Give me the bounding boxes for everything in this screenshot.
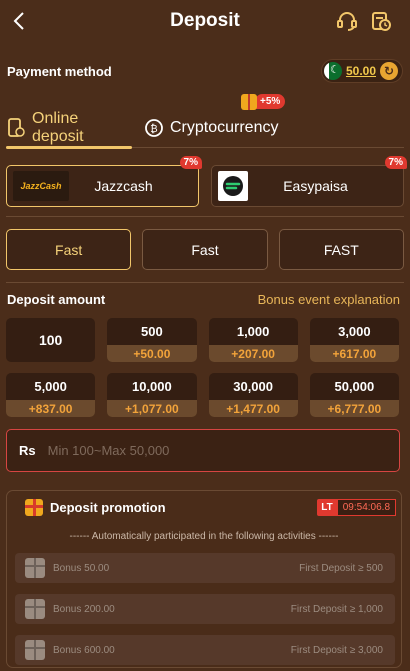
- countdown-value: 09:54:06.8: [336, 499, 396, 516]
- speed-option-fast-3[interactable]: FAST: [278, 229, 404, 270]
- promotion-timer: LT 09:54:06.8: [317, 499, 396, 516]
- pakistan-flag-icon: [323, 62, 342, 80]
- payment-method-row: Payment method 50.00 ↻: [7, 58, 403, 84]
- currency-label: Rs: [19, 443, 36, 458]
- page-title: Deposit: [170, 10, 240, 31]
- amount-option[interactable]: 50,000 +6,777.00: [309, 373, 399, 417]
- amount-bonus: +50.00: [107, 345, 197, 362]
- amount-value: 30,000: [233, 379, 273, 394]
- amount-value: 10,000: [131, 379, 172, 394]
- bonus-event-explanation-link[interactable]: Bonus event explanation: [258, 292, 400, 307]
- amount-option[interactable]: 500 +50.00: [107, 318, 197, 362]
- deposit-promotion-panel: Deposit promotion LT 09:54:06.8 ------ A…: [6, 490, 402, 668]
- amount-bonus: +837.00: [6, 400, 96, 417]
- gift-icon: [25, 498, 43, 516]
- easypaisa-logo: [218, 171, 248, 201]
- amount-value: 50,000: [334, 379, 375, 394]
- amount-value: 5,000: [34, 379, 67, 394]
- gift-box-icon: [25, 640, 45, 660]
- promotion-condition: First Deposit ≥ 500: [299, 562, 383, 574]
- amount-bonus: +6,777.00: [309, 400, 399, 417]
- amount-bonus: +1,477.00: [208, 400, 298, 417]
- divider: [6, 282, 404, 283]
- history-icon[interactable]: [370, 10, 392, 32]
- promotion-item: Bonus 600.00 First Deposit ≥ 3,000: [15, 635, 395, 665]
- promotion-header: Deposit promotion LT 09:54:06.8: [7, 491, 401, 523]
- lightning-lt-badge: LT: [317, 499, 337, 516]
- amount-value: 1,000: [236, 324, 270, 339]
- gift-box-icon: [25, 599, 45, 619]
- tab-online-deposit-label: Online deposit: [32, 109, 84, 145]
- tab-cryptocurrency[interactable]: ₿ Cryptocurrency +5%: [144, 93, 286, 148]
- rebate-badge: 7%: [384, 156, 407, 169]
- speed-option-fast-1[interactable]: Fast: [6, 229, 132, 270]
- balance-pill: 50.00 ↻: [320, 59, 403, 83]
- customer-support-icon[interactable]: [336, 10, 358, 32]
- deposit-speed-options: Fast Fast FAST: [6, 229, 404, 270]
- back-arrow-icon[interactable]: [8, 9, 30, 33]
- deposit-amount-header: Deposit amount Bonus event explanation: [7, 292, 400, 307]
- amount-option[interactable]: 10,000 +1,077.00: [107, 373, 197, 417]
- header: Deposit: [0, 0, 410, 42]
- amount-option[interactable]: 30,000 +1,477.00: [208, 373, 298, 417]
- promotion-bonus: Bonus 200.00: [53, 603, 115, 615]
- gift-icon: [241, 93, 257, 110]
- amount-bonus: +1,077.00: [107, 400, 197, 417]
- amount-grid: 100 500 +50.00 1,000 +207.00 3,000 +617.…: [6, 318, 399, 417]
- promotion-condition: First Deposit ≥ 3,000: [290, 644, 383, 656]
- amount-option[interactable]: 5,000 +837.00: [6, 373, 96, 417]
- channel-jazzcash[interactable]: JazzCash Jazzcash 7%: [6, 156, 202, 207]
- gift-box-icon: [25, 558, 45, 578]
- amount-value: 100: [38, 332, 63, 348]
- channel-easypaisa[interactable]: Easypaisa 7%: [211, 156, 407, 207]
- amount-value: 500: [141, 324, 163, 339]
- promotion-bonus: Bonus 600.00: [53, 644, 115, 656]
- deposit-tabs: Online deposit ₿ Cryptocurrency +5%: [6, 93, 404, 149]
- amount-input-box: Rs: [6, 429, 400, 472]
- mobile-payment-icon: [6, 117, 26, 138]
- jazzcash-logo: JazzCash: [13, 171, 69, 201]
- speed-option-fast-2[interactable]: Fast: [142, 229, 268, 270]
- svg-text:₿: ₿: [150, 123, 157, 135]
- balance-amount: 50.00: [345, 64, 376, 78]
- channel-name: Jazzcash: [94, 178, 153, 194]
- tab-online-deposit[interactable]: Online deposit: [6, 108, 132, 149]
- refresh-icon[interactable]: ↻: [380, 62, 398, 80]
- tab-cryptocurrency-label: Cryptocurrency: [170, 118, 279, 136]
- promotion-bonus: Bonus 50.00: [53, 562, 110, 574]
- crypto-bonus-percent: +5%: [255, 94, 286, 109]
- amount-input[interactable]: [47, 443, 399, 458]
- promotion-item: Bonus 200.00 First Deposit ≥ 1,000: [15, 594, 395, 624]
- amount-bonus: +617.00: [309, 345, 399, 362]
- amount-option[interactable]: 100: [6, 318, 96, 362]
- channel-name: Easypaisa: [283, 178, 348, 194]
- divider: [6, 216, 404, 217]
- amount-bonus: +207.00: [208, 345, 298, 362]
- crypto-bonus-badge: +5%: [241, 93, 286, 110]
- promotion-condition: First Deposit ≥ 1,000: [290, 603, 383, 615]
- amount-option[interactable]: 3,000 +617.00: [309, 318, 399, 362]
- deposit-amount-label: Deposit amount: [7, 292, 106, 307]
- payment-method-label: Payment method: [7, 63, 112, 79]
- promotion-item: Bonus 50.00 First Deposit ≥ 500: [15, 553, 395, 583]
- crypto-coin-icon: ₿: [144, 118, 164, 138]
- amount-value: 3,000: [338, 324, 371, 339]
- rebate-badge: 7%: [179, 156, 202, 169]
- payment-channels: JazzCash Jazzcash 7% Easypaisa 7%: [6, 156, 407, 207]
- promotion-title: Deposit promotion: [50, 499, 166, 515]
- promotion-note: ------ Automatically participated in the…: [69, 531, 339, 542]
- amount-option[interactable]: 1,000 +207.00: [208, 318, 298, 362]
